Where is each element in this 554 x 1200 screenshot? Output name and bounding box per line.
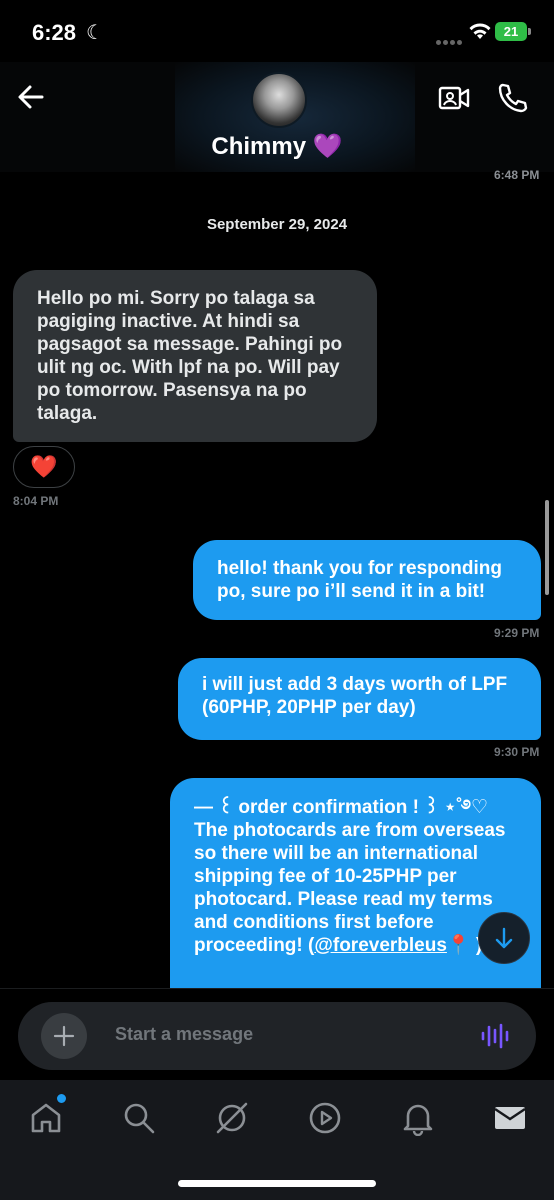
notifications-icon[interactable] xyxy=(400,1100,436,1136)
status-bar: 6:28 ☾ 21 xyxy=(0,0,554,62)
incoming-message-bubble[interactable]: Hello po mi. Sorry po talaga sa pagiging… xyxy=(13,270,377,442)
composer-area: Start a message xyxy=(0,988,554,1081)
outgoing-message-bubble[interactable]: i will just add 3 days worth of LPF (60P… xyxy=(178,658,541,740)
scroll-to-bottom-button[interactable] xyxy=(478,912,530,964)
conversation-header: Chimmy 💜 xyxy=(0,62,554,172)
grok-icon[interactable] xyxy=(214,1100,250,1136)
message-text: Hello po mi. Sorry po talaga sa pagiging… xyxy=(37,288,343,424)
video-icon[interactable] xyxy=(307,1100,343,1136)
scrollbar[interactable] xyxy=(545,500,549,595)
avatar[interactable] xyxy=(251,72,307,128)
heart-reaction[interactable]: ❤️ xyxy=(13,446,75,488)
video-call-icon[interactable] xyxy=(438,84,470,112)
message-time: 9:29 PM xyxy=(494,626,540,640)
message-input[interactable]: Start a message xyxy=(115,1024,253,1045)
message-text: — ꒰ order confirmation ! ꒱ ⋆˚࿔♡ The phot… xyxy=(194,797,506,956)
phone-call-icon[interactable] xyxy=(496,82,528,114)
message-text-suffix: 📍 ) xyxy=(446,935,483,956)
previous-message-time: 6:48 PM xyxy=(494,168,540,182)
message-time: 8:04 PM xyxy=(13,494,59,508)
message-composer[interactable]: Start a message xyxy=(18,1002,536,1070)
bottom-tab-bar xyxy=(0,1080,554,1200)
message-text: hello! thank you for responding po, sure… xyxy=(217,558,502,602)
plus-icon xyxy=(53,1025,75,1047)
add-attachment-button[interactable] xyxy=(41,1013,87,1059)
message-text: i will just add 3 days worth of LPF (60P… xyxy=(202,674,508,718)
battery-indicator: 21 xyxy=(495,22,527,41)
date-separator: September 29, 2024 xyxy=(206,216,348,233)
mention-link[interactable]: @foreverbleus xyxy=(314,935,447,956)
back-arrow-icon[interactable] xyxy=(14,80,48,114)
voice-message-icon[interactable] xyxy=(480,1021,510,1051)
battery-nub xyxy=(528,28,531,35)
contact-name[interactable]: Chimmy 💜 xyxy=(0,132,554,161)
arrow-down-icon xyxy=(495,927,513,949)
search-icon[interactable] xyxy=(121,1100,157,1136)
notification-dot xyxy=(56,1093,67,1104)
messages-icon[interactable] xyxy=(492,1100,528,1136)
moon-icon: ☾ xyxy=(86,22,104,44)
home-icon[interactable] xyxy=(28,1100,64,1136)
outgoing-message-bubble[interactable]: hello! thank you for responding po, sure… xyxy=(193,540,541,620)
signal-icon xyxy=(436,32,464,45)
message-time: 9:30 PM xyxy=(494,745,540,759)
home-indicator[interactable] xyxy=(178,1180,376,1187)
outgoing-message-bubble[interactable]: — ꒰ order confirmation ! ꒱ ⋆˚࿔♡ The phot… xyxy=(170,778,541,998)
status-time: 6:28 xyxy=(32,20,77,45)
wifi-icon xyxy=(469,23,491,39)
